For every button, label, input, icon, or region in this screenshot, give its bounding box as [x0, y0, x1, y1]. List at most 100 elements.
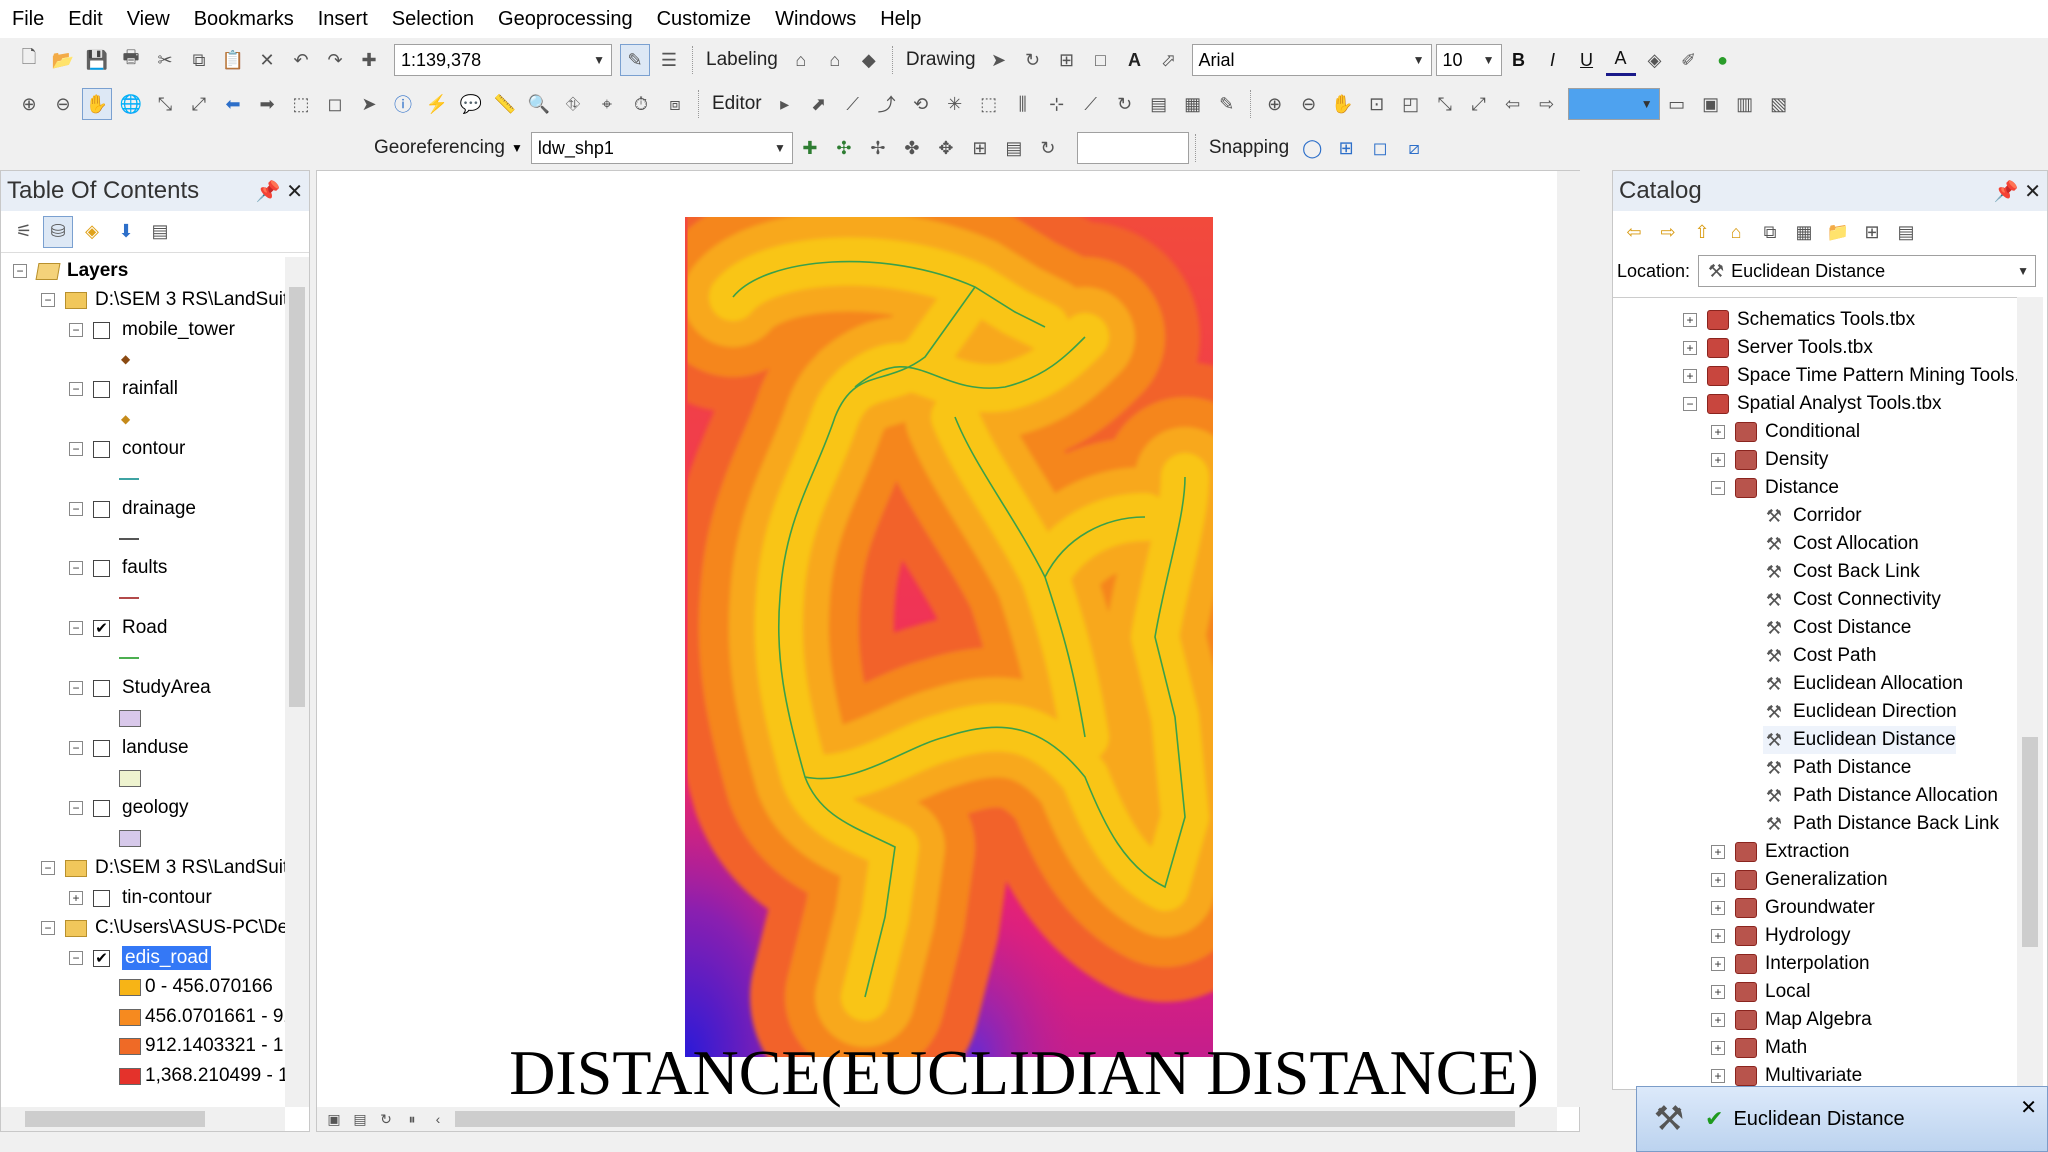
- font-size-combo[interactable]: 10 ▼: [1435, 44, 1502, 76]
- cut-polygons-icon[interactable]: ⊹: [1042, 88, 1072, 120]
- zoom-out-icon[interactable]: ⊖: [48, 88, 78, 120]
- create-viewer-icon[interactable]: ⧈: [660, 88, 690, 120]
- end-point-arc-icon[interactable]: ⤴: [872, 88, 902, 120]
- back-icon[interactable]: ⇦: [1619, 216, 1649, 248]
- data-view-icon[interactable]: ▣: [323, 1109, 345, 1129]
- select-elements-icon[interactable]: ➤: [354, 88, 384, 120]
- catalog-vertical-scrollbar[interactable]: [2017, 297, 2043, 1091]
- layout-zoom-out-icon[interactable]: ⊖: [1294, 88, 1324, 120]
- edit-tool-icon[interactable]: ▸: [770, 88, 800, 120]
- menu-insert[interactable]: Insert: [306, 0, 380, 38]
- options-icon[interactable]: ▤: [145, 216, 175, 248]
- labeling-menu[interactable]: Labeling: [700, 49, 784, 71]
- layer-row-landuse[interactable]: − landuse: [69, 734, 189, 762]
- new-document-icon[interactable]: 🗋: [14, 44, 44, 76]
- tool-row[interactable]: ⚒ Cost Path: [1763, 642, 1877, 670]
- georeferencing-menu[interactable]: Georeferencing: [368, 137, 511, 159]
- italic-button[interactable]: I: [1538, 44, 1568, 76]
- menu-windows[interactable]: Windows: [763, 0, 868, 38]
- pin-icon[interactable]: 📌: [256, 181, 281, 203]
- tool-row[interactable]: ⚒ Cost Back Link: [1763, 558, 1920, 586]
- georef-input[interactable]: [1076, 132, 1189, 164]
- layer-row-tin-contour[interactable]: + tin-contour: [69, 884, 212, 912]
- group-row[interactable]: − D:\SEM 3 RS\LandSuita: [41, 286, 285, 314]
- edit-vertices-icon[interactable]: ⬀: [1154, 44, 1184, 76]
- print-icon[interactable]: 🖶: [116, 44, 146, 76]
- home-icon[interactable]: ⌂: [1721, 216, 1751, 248]
- menu-edit[interactable]: Edit: [56, 0, 114, 38]
- layout-zoom-combo[interactable]: ▼: [1567, 88, 1660, 120]
- tool-row[interactable]: ⚒ Cost Allocation: [1763, 530, 1919, 558]
- forward-extent-icon[interactable]: ➡: [252, 88, 282, 120]
- expand-icon[interactable]: +: [1683, 313, 1697, 327]
- toc-vertical-scrollbar[interactable]: [285, 257, 309, 1107]
- fill-color-icon[interactable]: ◈: [1640, 44, 1670, 76]
- toolset-row[interactable]: + Density: [1711, 446, 1828, 474]
- straight-segment-icon[interactable]: ⟋: [838, 88, 868, 120]
- collapse-icon[interactable]: −: [69, 502, 83, 516]
- layer-checkbox[interactable]: [93, 799, 110, 817]
- layer-checkbox-checked[interactable]: ✔: [93, 949, 110, 967]
- menu-help[interactable]: Help: [868, 0, 933, 38]
- measure-icon[interactable]: 📏: [490, 88, 520, 120]
- toolset-row[interactable]: + Extraction: [1711, 838, 1849, 866]
- change-layout-icon[interactable]: ▥: [1730, 88, 1760, 120]
- layer-checkbox[interactable]: [93, 321, 110, 339]
- collapse-icon[interactable]: −: [69, 323, 83, 337]
- toolset-row[interactable]: + Groundwater: [1711, 894, 1875, 922]
- menu-view[interactable]: View: [115, 0, 182, 38]
- tool-row-selected[interactable]: ⚒ Euclidean Distance: [1763, 726, 1956, 754]
- expand-icon[interactable]: +: [1711, 453, 1725, 467]
- layers-root[interactable]: − Layers: [13, 257, 128, 285]
- select-link-icon[interactable]: ✢: [863, 132, 893, 164]
- add-data-icon[interactable]: ✚: [354, 44, 384, 76]
- map-view[interactable]: ▣ ▤ ↻ ⏸ ‹: [316, 170, 1581, 1132]
- collapse-icon[interactable]: −: [1711, 481, 1725, 495]
- map-vertical-scrollbar[interactable]: [1557, 171, 1581, 1107]
- tool-row[interactable]: ⚒ Corridor: [1763, 502, 1862, 530]
- expand-icon[interactable]: +: [1683, 341, 1697, 355]
- toolbox-row[interactable]: + Space Time Pattern Mining Tools.p: [1683, 362, 2017, 390]
- forward-extent-icon[interactable]: ⇨: [1532, 88, 1562, 120]
- undo-icon[interactable]: ↶: [286, 44, 316, 76]
- open-icon[interactable]: 📂: [48, 44, 78, 76]
- edit-annotation-icon[interactable]: ⬈: [804, 88, 834, 120]
- toolset-row[interactable]: + Map Algebra: [1711, 1006, 1872, 1034]
- rotate-icon[interactable]: ↻: [1033, 132, 1063, 164]
- hyperlink-icon[interactable]: ⚡: [422, 88, 452, 120]
- reshape-icon[interactable]: ⫼: [1008, 88, 1038, 120]
- fixed-zoom-out-icon[interactable]: ⤢: [1464, 88, 1494, 120]
- collapse-icon[interactable]: −: [41, 293, 55, 307]
- paste-icon[interactable]: 📋: [218, 44, 248, 76]
- find-route-icon[interactable]: ⛗: [558, 88, 588, 120]
- expand-icon[interactable]: +: [1711, 873, 1725, 887]
- menu-file[interactable]: File: [0, 0, 56, 38]
- layer-checkbox[interactable]: [93, 739, 110, 757]
- view-link-table-icon[interactable]: ▤: [999, 132, 1029, 164]
- data-driven-pages-icon[interactable]: ▧: [1764, 88, 1794, 120]
- zoom-in-icon[interactable]: ⊕: [14, 88, 44, 120]
- label-priority-icon[interactable]: ⌂: [820, 44, 850, 76]
- scroll-thumb[interactable]: [25, 1111, 205, 1127]
- menu-geoprocessing[interactable]: Geoprocessing: [486, 0, 645, 38]
- layer-row-edis-road[interactable]: − ✔ edis_road: [69, 944, 212, 972]
- expand-icon[interactable]: +: [1711, 929, 1725, 943]
- drawing-menu[interactable]: Drawing: [900, 49, 982, 71]
- layer-row-studyarea[interactable]: − StudyArea: [69, 674, 211, 702]
- collapse-icon[interactable]: −: [69, 801, 83, 815]
- up-one-level-icon[interactable]: ⇧: [1687, 216, 1717, 248]
- menu-bookmarks[interactable]: Bookmarks: [182, 0, 306, 38]
- layout-zoom-in-icon[interactable]: ⊕: [1260, 88, 1290, 120]
- connect-folder-icon[interactable]: ⧉: [1755, 216, 1785, 248]
- layer-checkbox[interactable]: [93, 559, 110, 577]
- location-combo[interactable]: ⚒ Euclidean Distance ▼: [1698, 255, 2037, 287]
- delete-icon[interactable]: ✕: [252, 44, 282, 76]
- full-extent-icon[interactable]: 🌐: [116, 88, 146, 120]
- new-folder-icon[interactable]: 📁: [1823, 216, 1853, 248]
- expand-icon[interactable]: +: [1711, 425, 1725, 439]
- scroll-thumb[interactable]: [2022, 737, 2038, 947]
- collapse-icon[interactable]: −: [69, 741, 83, 755]
- list-by-visibility-icon[interactable]: ◈: [77, 216, 107, 248]
- close-icon[interactable]: ✕: [2024, 181, 2041, 203]
- expand-icon[interactable]: +: [1711, 985, 1725, 999]
